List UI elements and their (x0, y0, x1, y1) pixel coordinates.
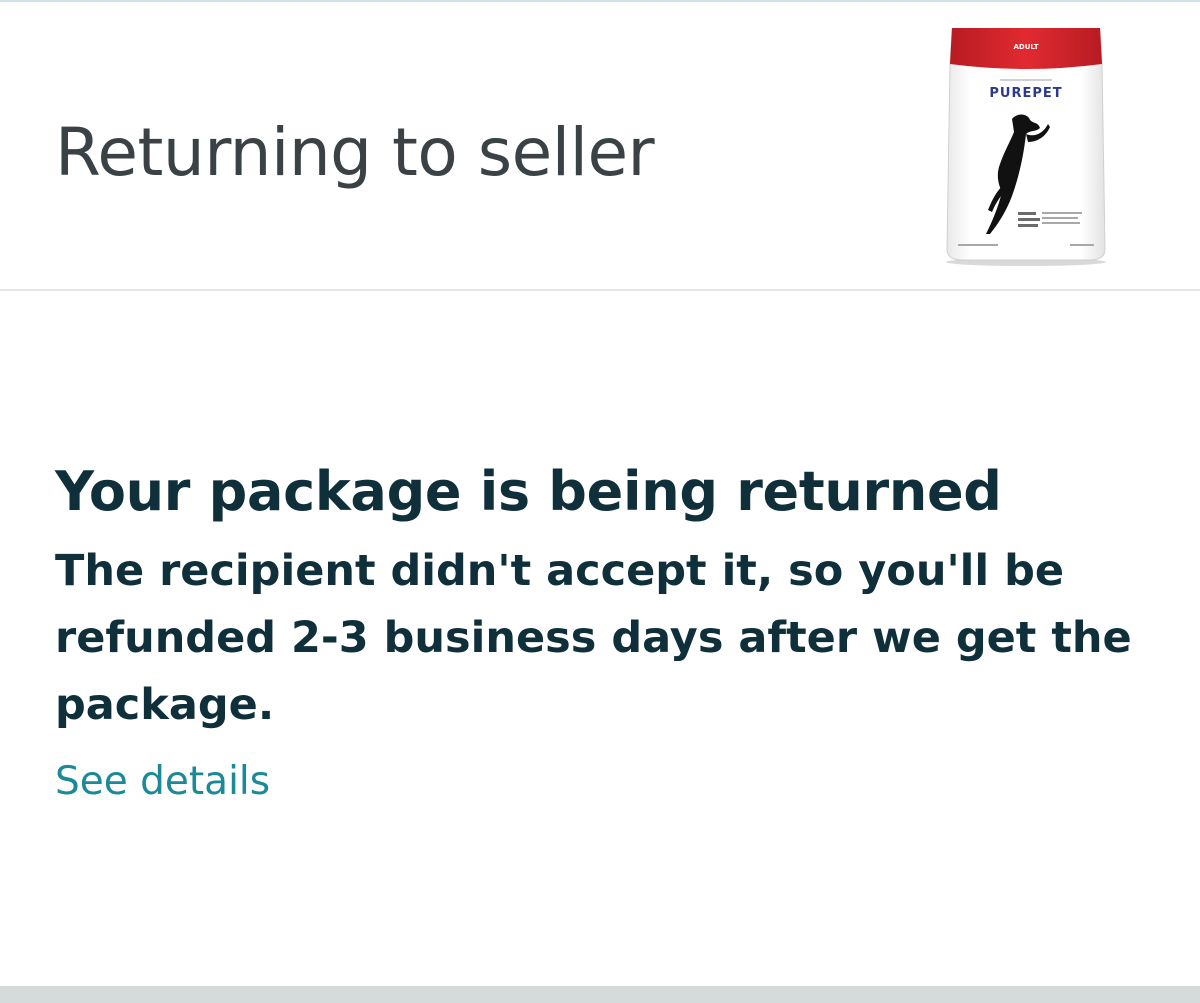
status-heading: Your package is being returned (55, 460, 1002, 523)
bottom-separator-bar (0, 986, 1200, 1003)
bag-label-top: ADULT (1014, 43, 1039, 51)
order-status-page: Returning to seller ADULT PUREPET Your p… (0, 0, 1200, 1003)
shipment-header: Returning to seller ADULT PUREPET (0, 2, 1200, 289)
bag-brand: PUREPET (989, 86, 1062, 101)
page-title: Returning to seller (55, 114, 655, 191)
status-message: The recipient didn't accept it, so you'l… (55, 546, 1132, 730)
return-status-section: Your package is being returned The recip… (55, 460, 1165, 805)
section-divider (0, 289, 1200, 291)
see-details-link[interactable]: See details (55, 759, 270, 805)
product-thumbnail[interactable]: ADULT PUREPET (940, 24, 1112, 266)
